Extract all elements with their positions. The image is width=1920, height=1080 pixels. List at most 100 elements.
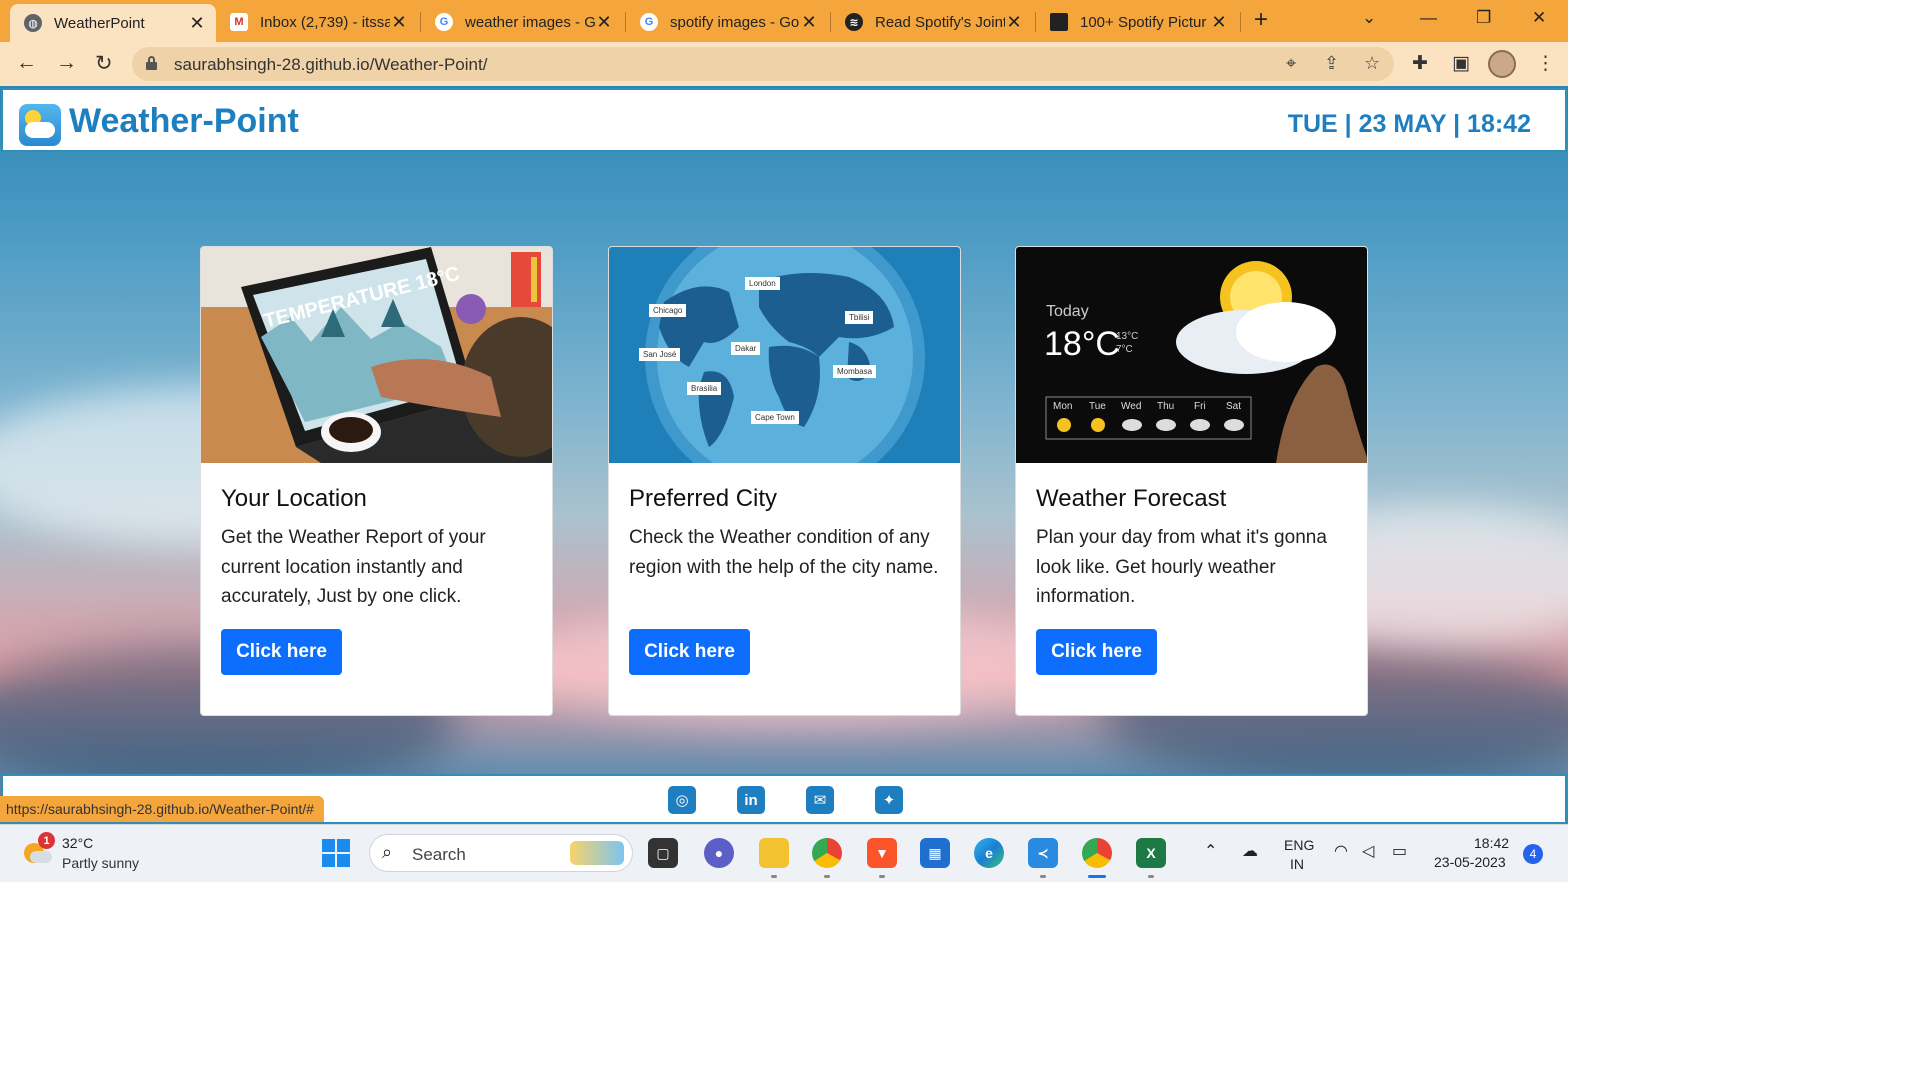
file-explorer-icon[interactable] — [759, 838, 789, 868]
search-placeholder: Search — [412, 845, 466, 864]
new-tab-icon[interactable]: + — [1254, 6, 1268, 34]
twitter-icon[interactable]: ✦ — [875, 786, 903, 814]
menu-kebab-icon[interactable]: ⋮ — [1536, 52, 1555, 75]
teams-chat-icon[interactable]: ● — [704, 838, 734, 868]
restore-icon[interactable]: ❐ — [1476, 8, 1491, 28]
back-icon[interactable]: ← — [16, 51, 37, 75]
url-text[interactable]: saurabhsingh-28.github.io/Weather-Point/ — [174, 55, 487, 75]
close-tab-icon[interactable]: ✕ — [188, 13, 206, 34]
browser-toolbar: ← → ↻ saurabhsingh-28.github.io/Weather-… — [0, 42, 1568, 86]
close-tab-icon[interactable]: ✕ — [1005, 12, 1023, 33]
close-tab-icon[interactable]: ✕ — [1210, 12, 1228, 33]
show-hidden-icons-chevron-icon[interactable]: ⌃ — [1204, 841, 1217, 861]
brand-title[interactable]: Weather-Point — [69, 102, 299, 141]
task-view-icon[interactable]: ▢ — [648, 838, 678, 868]
share-icon[interactable]: ⇪ — [1324, 53, 1339, 74]
laptop-temperature-image: TEMPERATURE 18°C — [201, 247, 552, 463]
profile-avatar[interactable] — [1488, 50, 1516, 78]
tab-title: weather images - G — [465, 13, 595, 31]
status-bar-url: https://saurabhsingh-28.github.io/Weathe… — [0, 796, 324, 822]
weather-logo-icon[interactable] — [19, 104, 61, 146]
volume-icon[interactable]: ◁ — [1362, 841, 1374, 861]
lock-icon[interactable] — [146, 56, 157, 70]
card-title: Weather Forecast — [1036, 485, 1227, 512]
page-background: Weather-Point TUE | 23 MAY | 18:42 TEMPE… — [0, 86, 1568, 824]
tab-weatherpoint[interactable]: ◍ WeatherPoint ✕ — [10, 4, 216, 42]
google-icon: G — [640, 13, 658, 31]
language-region[interactable]: IN — [1290, 856, 1304, 872]
close-tab-icon[interactable]: ✕ — [800, 12, 818, 33]
city-label-chicago: Chicago — [649, 304, 687, 317]
preferred-city-button[interactable]: Click here — [629, 629, 750, 675]
reload-icon[interactable]: ↻ — [95, 51, 113, 76]
battery-icon[interactable]: ▭ — [1392, 841, 1407, 861]
close-tab-icon[interactable]: ✕ — [595, 12, 613, 33]
tab-weather-images[interactable]: G weather images - G ✕ — [421, 6, 623, 38]
city-label-brasilia: Brasilia — [687, 382, 722, 395]
site-header: Weather-Point TUE | 23 MAY | 18:42 — [1, 88, 1567, 152]
tab-title: Inbox (2,739) - itssa — [260, 13, 390, 31]
forward-icon[interactable]: → — [56, 51, 77, 75]
city-label-tbilisi: Tbilisi — [845, 311, 874, 324]
excel-icon[interactable]: X — [1136, 838, 1166, 868]
tab-spotify-images[interactable]: G spotify images - Go ✕ — [626, 6, 828, 38]
forecast-today-label: Today — [1046, 303, 1089, 320]
world-map-image: London Chicago Tbilisi San José Dakar Mo… — [609, 247, 960, 463]
vscode-icon[interactable]: ≺ — [1028, 838, 1058, 868]
onedrive-cloud-icon[interactable]: ☁ — [1242, 841, 1258, 861]
card-weather-forecast: Today 18°C 13°C 7°C Mon Tue Wed Thu Fri … — [1015, 246, 1368, 716]
your-location-button[interactable]: Click here — [221, 629, 342, 675]
wifi-icon[interactable]: ◠ — [1334, 841, 1348, 861]
forecast-hi: 13°C — [1116, 331, 1139, 342]
tab-search-chevron-icon[interactable]: ⌄ — [1362, 8, 1376, 28]
chrome-profile-icon[interactable] — [1082, 838, 1112, 868]
taskbar-search[interactable]: ⌕ Search — [369, 834, 633, 872]
tab-title: Read Spotify's Joint — [875, 13, 1005, 31]
windows-start-icon[interactable] — [322, 839, 350, 867]
forecast-day: Sat — [1226, 401, 1242, 412]
search-highlight-icon — [570, 841, 624, 865]
linkedin-icon[interactable]: in — [737, 786, 765, 814]
instagram-icon[interactable]: ◎ — [668, 786, 696, 814]
date-time: TUE | 23 MAY | 18:42 — [1287, 110, 1531, 138]
city-label-dakar: Dakar — [731, 342, 761, 355]
tab-spotify-joint[interactable]: ≋ Read Spotify's Joint ✕ — [831, 6, 1033, 38]
weather-forecast-button[interactable]: Click here — [1036, 629, 1157, 675]
brave-icon[interactable]: ▼ — [867, 838, 897, 868]
weather-description[interactable]: Partly sunny — [62, 855, 139, 871]
city-label-london: London — [745, 277, 780, 290]
card-description: Check the Weather condition of any regio… — [629, 527, 939, 578]
bookmark-star-icon[interactable]: ☆ — [1364, 53, 1380, 74]
chrome-icon[interactable] — [812, 838, 842, 868]
extensions-icon[interactable]: ✚ — [1412, 52, 1428, 75]
close-tab-icon[interactable]: ✕ — [390, 12, 408, 33]
forecast-lo: 7°C — [1116, 344, 1133, 355]
tab-title: 100+ Spotify Pictur — [1080, 13, 1207, 31]
gmail-icon: M — [230, 13, 248, 31]
notification-badge[interactable]: 4 — [1523, 844, 1543, 864]
address-bar[interactable]: saurabhsingh-28.github.io/Weather-Point/… — [132, 47, 1394, 81]
tab-spotify-pictures[interactable]: 100+ Spotify Pictur ✕ — [1036, 6, 1238, 38]
search-icon: ⌕ — [382, 842, 393, 862]
microsoft-store-icon[interactable]: ▦ — [920, 838, 950, 868]
edge-icon[interactable]: e — [974, 838, 1004, 868]
tab-separator — [1240, 12, 1241, 32]
unsplash-icon — [1050, 13, 1068, 31]
close-window-icon[interactable]: ✕ — [1532, 8, 1546, 28]
tab-gmail[interactable]: M Inbox (2,739) - itssa ✕ — [216, 6, 418, 38]
weather-temp[interactable]: 32°C — [62, 835, 93, 851]
minimize-icon[interactable]: — — [1420, 8, 1437, 28]
clock-time[interactable]: 18:42 — [1474, 835, 1509, 851]
side-panel-icon[interactable]: ▣ — [1452, 52, 1470, 75]
mail-icon[interactable]: ✉ — [806, 786, 834, 814]
city-label-cape-town: Cape Town — [751, 411, 799, 424]
location-pin-icon[interactable]: ⌖ — [1286, 53, 1296, 74]
forecast-today-temp: 18°C — [1044, 325, 1120, 363]
clock-date[interactable]: 23-05-2023 — [1434, 854, 1506, 870]
tab-title: WeatherPoint — [54, 14, 145, 32]
forecast-day: Mon — [1053, 401, 1073, 412]
browser-tab-bar: ◍ WeatherPoint ✕ M Inbox (2,739) - itssa… — [0, 0, 1568, 42]
google-icon: G — [435, 13, 453, 31]
language-indicator[interactable]: ENG — [1284, 837, 1314, 853]
forecast-day: Thu — [1157, 401, 1175, 412]
